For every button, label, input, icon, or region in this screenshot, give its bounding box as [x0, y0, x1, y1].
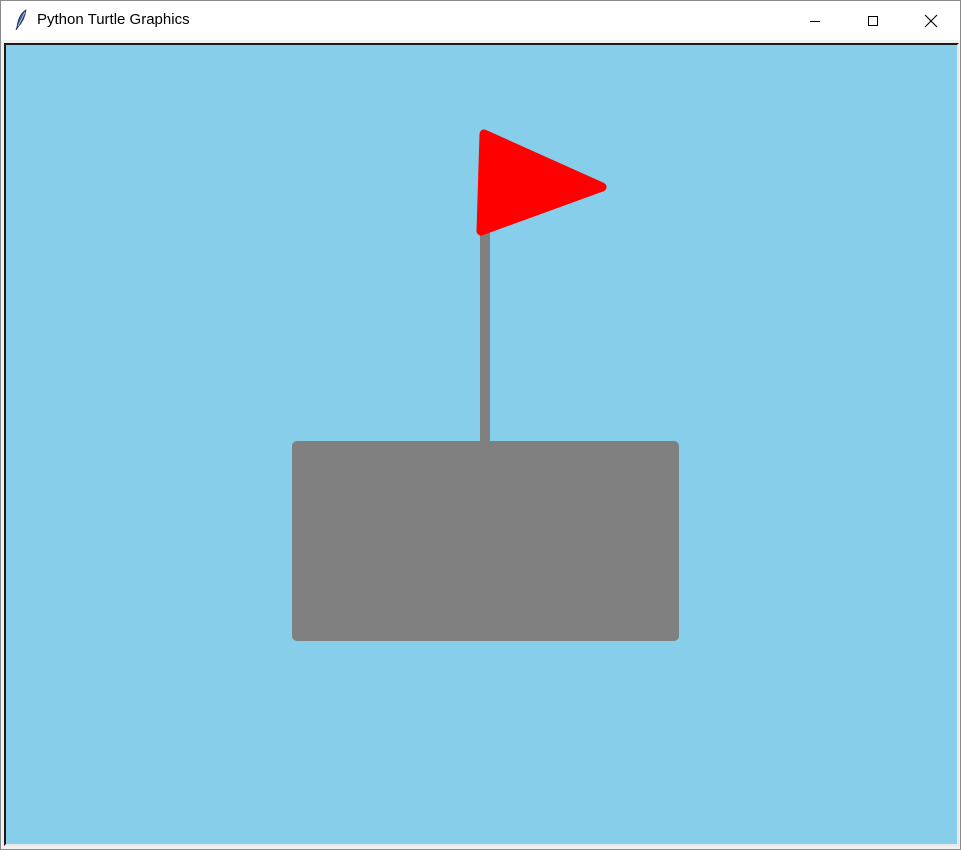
title-bar[interactable]: Python Turtle Graphics [1, 1, 960, 40]
minimize-button[interactable] [786, 1, 844, 40]
close-icon [924, 14, 938, 27]
maximize-icon [868, 15, 878, 26]
window-title: Python Turtle Graphics [37, 11, 190, 28]
feather-icon [13, 9, 29, 31]
gray-base-rectangle [292, 441, 679, 641]
turtle-canvas[interactable] [4, 43, 959, 846]
minimize-icon [810, 20, 820, 22]
maximize-button[interactable] [844, 1, 902, 40]
red-flag [476, 129, 607, 236]
turtle-window: Python Turtle Graphics [0, 0, 961, 850]
drawing-surface [292, 129, 679, 641]
close-button[interactable] [902, 1, 960, 40]
